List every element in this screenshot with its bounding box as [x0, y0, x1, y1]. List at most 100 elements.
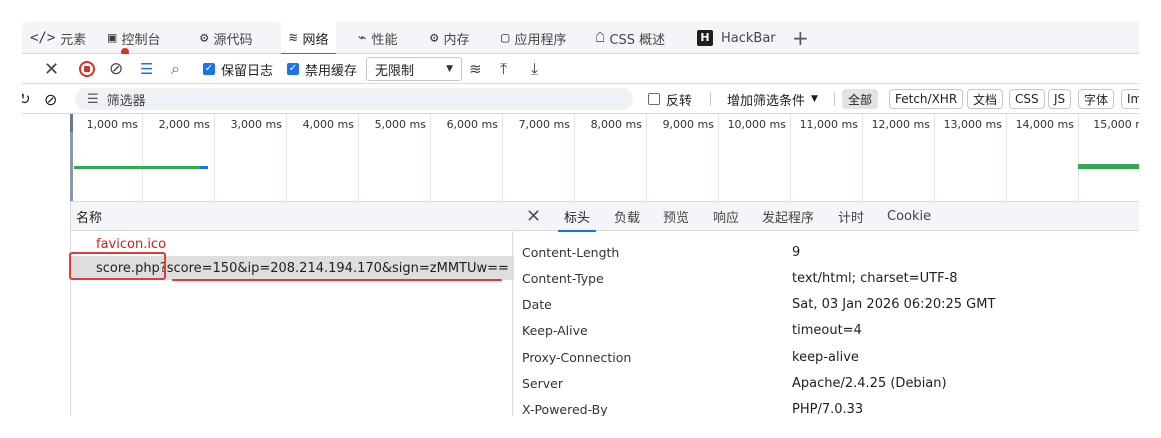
devtools-window: </> 元素 ▣ 控制台 ⚙ 源代码 ≋ 网络 ⌁ 性能 ⚙ 内存 ▢ 应用程序…: [22, 22, 1139, 416]
tab-performance[interactable]: ⌁ 性能: [358, 22, 397, 54]
record-button[interactable]: [79, 54, 95, 84]
timeline-request-bar: [200, 166, 208, 169]
timeline-overview[interactable]: 1,000 ms 2,000 ms 3,000 ms 4,000 ms 5,000 ms…: [70, 114, 1139, 202]
header-name: Content-Length: [522, 244, 620, 260]
chip-font[interactable]: 字体: [1078, 89, 1115, 109]
timeline-tick-label: 4,000 ms: [302, 118, 354, 131]
clear-icon[interactable]: ⊘: [109, 54, 123, 84]
chip-all[interactable]: 全部: [842, 89, 879, 109]
chip-doc[interactable]: 文档: [967, 89, 1004, 109]
timeline-tick-label: 8,000 ms: [590, 118, 642, 131]
export-har-icon[interactable]: ⤓: [531, 54, 538, 84]
header-name: Proxy-Connection: [522, 349, 632, 365]
header-value: 9: [792, 244, 801, 260]
chevron-down-icon: ▼: [811, 94, 818, 104]
header-row: X-Powered-By PHP/7.0.33: [514, 397, 1139, 416]
reload-icon[interactable]: ↻: [22, 84, 31, 114]
throttle-select[interactable]: 无限制 ▼: [366, 54, 462, 84]
timeline-gridline: [502, 114, 503, 202]
timeline-tick-label: 5,000 ms: [374, 118, 426, 131]
console-icon: ▣: [108, 30, 129, 56]
timeline-gridline: [790, 114, 791, 202]
timeline-tick-label: 1,000 ms: [86, 118, 138, 131]
css-overview-icon: ☖: [596, 30, 605, 46]
tab-label: 网络: [302, 32, 329, 48]
divider: [834, 92, 835, 106]
header-row: Content-Type text/html; charset=UTF-8: [514, 265, 1139, 291]
tab-cookies[interactable]: Cookie: [887, 202, 931, 231]
close-details-icon[interactable]: ✕: [526, 202, 541, 231]
request-details-panel: ✕ 标头 负载 预览 响应 发起程序 计时 Cookie Content-Len…: [514, 202, 1139, 416]
throttle-value: 无限制: [375, 63, 415, 79]
tab-sources[interactable]: ⚙ 源代码: [200, 22, 252, 54]
requests-panel: 名称 favicon.ico score.php?score=150&ip=20…: [69, 202, 514, 416]
tab-preview[interactable]: 预览: [663, 202, 689, 231]
annotation-box: [69, 252, 166, 280]
timeline-tick-label: 11,000 ms: [799, 118, 858, 131]
search-icon[interactable]: ⌕: [171, 54, 180, 84]
tab-hackbar[interactable]: H HackBar: [697, 22, 776, 54]
timeline-request-bar: [1078, 164, 1139, 169]
header-row: Date Sat, 03 Jan 2026 06:20:25 GMT: [514, 292, 1139, 318]
annotation-underline: [172, 279, 502, 281]
disable-cache-label: 禁用缓存: [305, 63, 358, 79]
header-name: Server: [522, 376, 563, 391]
chevron-down-icon: ▼: [446, 64, 453, 74]
network-conditions-icon[interactable]: ≋: [469, 54, 482, 84]
tab-memory[interactable]: ⚙ 内存: [430, 22, 469, 54]
tab-css-overview[interactable]: ☖ CSS 概述: [596, 22, 665, 54]
filter-placeholder: 筛选器: [106, 93, 146, 109]
header-value: Sat, 03 Jan 2026 06:20:25 GMT: [792, 297, 996, 313]
timeline-tick-label: 9,000 ms: [662, 118, 714, 131]
timeline-gridline: [934, 114, 935, 202]
tab-label: 应用程序: [514, 32, 567, 48]
import-har-icon[interactable]: ⤒: [500, 54, 507, 84]
performance-icon: ⌁: [358, 30, 367, 46]
divider: [710, 92, 711, 106]
header-value: Apache/2.4.25 (Debian): [792, 376, 947, 391]
header-row: Content-Length 9: [514, 239, 1139, 265]
tab-headers[interactable]: 标头: [557, 202, 597, 232]
invert-label: 反转: [666, 93, 693, 109]
hackbar-icon: H: [697, 30, 713, 46]
plus-icon: +: [792, 26, 809, 50]
tab-timing[interactable]: 计时: [838, 202, 864, 231]
timeline-tick-label: 14,000 ms: [1015, 118, 1074, 131]
memory-chip-icon: ⚙: [430, 30, 439, 46]
name-column-header[interactable]: 名称: [71, 202, 514, 231]
timeline-tick-label: 6,000 ms: [446, 118, 498, 131]
tab-network[interactable]: ≋ 网络: [281, 22, 337, 55]
timeline-tick-label: 15,000 m: [1093, 118, 1139, 131]
add-tab-button[interactable]: +: [792, 22, 809, 54]
header-value: text/html; charset=UTF-8: [792, 270, 958, 286]
tab-response[interactable]: 响应: [713, 202, 739, 231]
devtools-tab-bar: </> 元素 ▣ 控制台 ⚙ 源代码 ≋ 网络 ⌁ 性能 ⚙ 内存 ▢ 应用程序…: [22, 22, 1139, 56]
tab-console[interactable]: ▣ 控制台: [108, 22, 161, 56]
chip-js[interactable]: JS: [1048, 89, 1072, 109]
chip-css[interactable]: CSS: [1009, 89, 1045, 109]
tab-application[interactable]: ▢ 应用程序: [501, 22, 566, 54]
header-row: Keep-Alive timeout=4: [514, 318, 1139, 344]
timeline-tick-label: 3,000 ms: [230, 118, 282, 131]
timeline-gridline: [430, 114, 431, 202]
header-row: Proxy-Connection keep-alive: [514, 344, 1139, 370]
more-filters-dropdown[interactable]: 增加筛选条件 ▼: [727, 84, 818, 114]
timeline-gridline: [214, 114, 215, 202]
filter-settings-icon[interactable]: ☰: [140, 54, 153, 84]
tab-elements[interactable]: </> 元素: [30, 22, 86, 54]
block-icon[interactable]: ⊘: [44, 84, 57, 114]
close-icon[interactable]: ✕: [44, 54, 59, 84]
tab-label: HackBar: [721, 30, 776, 46]
tab-payload[interactable]: 负载: [614, 202, 640, 231]
chip-img[interactable]: Im: [1121, 89, 1139, 109]
invert-checkbox[interactable]: 反转: [648, 84, 692, 114]
timeline-gridline: [1078, 114, 1079, 202]
preserve-log-checkbox[interactable]: ✓ 保留日志: [203, 54, 273, 84]
tab-label: 控制台: [121, 32, 161, 48]
disable-cache-checkbox[interactable]: ✓ 禁用缓存: [287, 54, 357, 84]
header-value: timeout=4: [792, 323, 862, 339]
tab-initiator[interactable]: 发起程序: [762, 202, 814, 231]
filter-input[interactable]: ☰ 筛选器: [75, 88, 633, 110]
column-header-label: 名称: [76, 210, 103, 226]
chip-fetch-xhr[interactable]: Fetch/XHR: [889, 89, 964, 109]
